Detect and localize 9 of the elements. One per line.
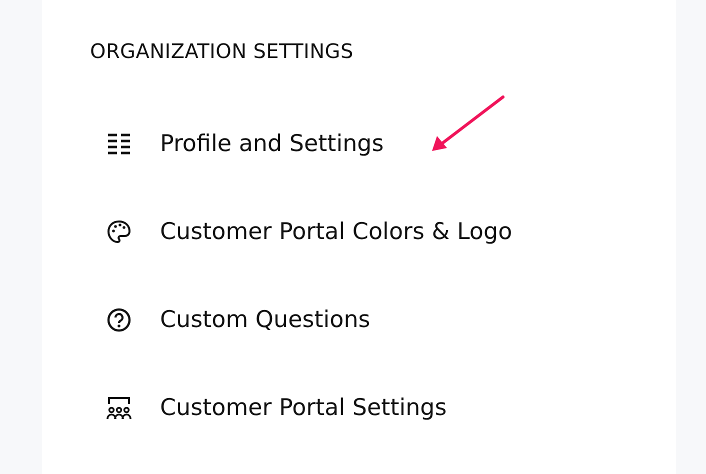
people-icon <box>106 395 132 421</box>
palette-icon <box>106 219 132 245</box>
settings-link[interactable]: Custom Questions <box>160 302 370 338</box>
list-icon <box>106 131 132 157</box>
settings-link[interactable]: Customer Portal Settings <box>160 390 447 426</box>
settings-link[interactable]: Customer Portal Colors & Logo <box>160 214 512 250</box>
section-title: ORGANIZATION SETTINGS <box>90 38 354 65</box>
help-icon <box>106 307 132 333</box>
settings-link[interactable]: Profile and Settings <box>160 126 384 162</box>
